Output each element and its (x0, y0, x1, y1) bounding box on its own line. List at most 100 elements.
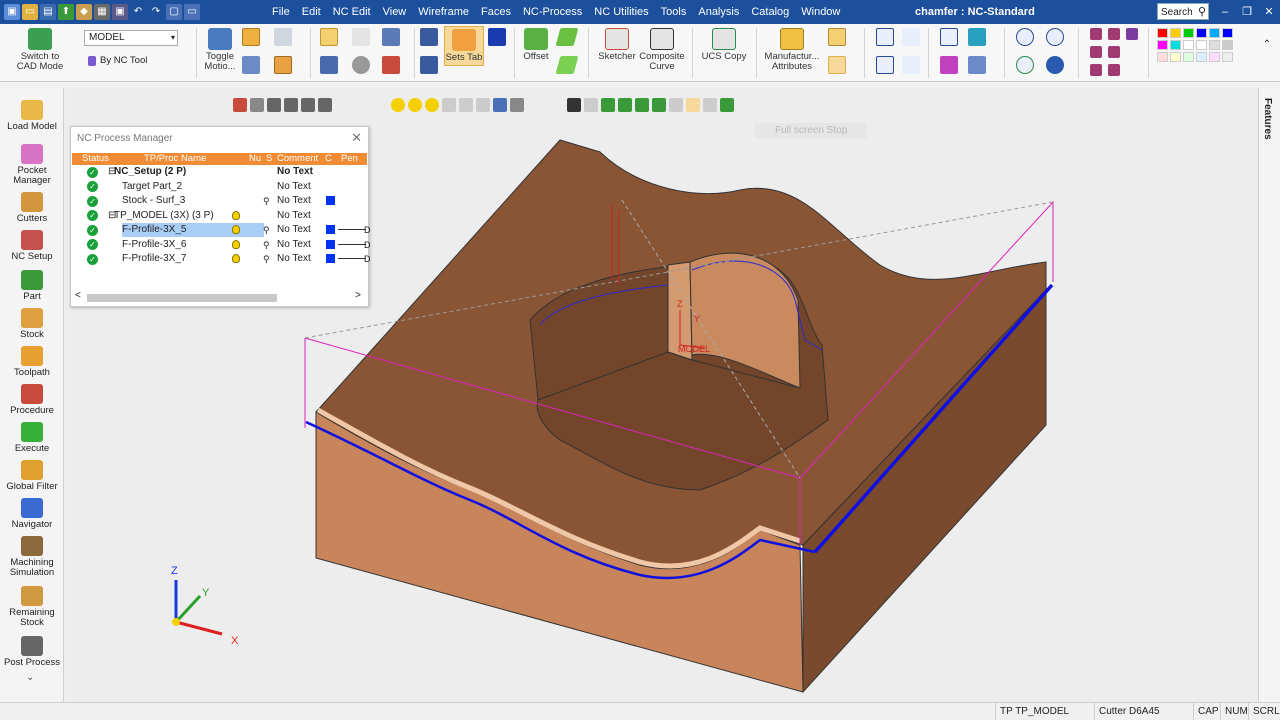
ucs-copy-button[interactable]: UCS Copy (700, 28, 748, 62)
switch-cad-mode-button[interactable]: Switch to CAD Mode (14, 28, 66, 72)
table-icon[interactable] (320, 28, 338, 46)
palette-swatch[interactable] (1183, 52, 1194, 62)
palette-swatch[interactable] (1183, 28, 1194, 38)
open-folder-icon[interactable]: ▭ (22, 4, 38, 20)
dimension-icon[interactable] (876, 28, 894, 46)
cut-view-icon[interactable] (968, 28, 986, 46)
list-icon[interactable] (320, 56, 338, 74)
palette-swatch[interactable] (1170, 52, 1181, 62)
screen-layout-icon[interactable] (382, 28, 400, 46)
palette-swatch[interactable] (1170, 28, 1181, 38)
toggle-motion-button[interactable]: Toggle Motio... (200, 28, 240, 72)
sketcher-button[interactable]: Sketcher (596, 28, 638, 62)
menu-analysis[interactable]: Analysis (692, 0, 745, 24)
palette-swatch[interactable] (1157, 40, 1168, 50)
sort-icon[interactable] (420, 56, 438, 74)
window-icon[interactable]: ▭ (184, 4, 200, 20)
palette-swatch[interactable] (1196, 40, 1207, 50)
palette-icon[interactable]: ◆ (76, 4, 92, 20)
table-row[interactable]: ✓ F-Profile-3X_5 ⚲ No Text D (72, 223, 371, 237)
menu-view[interactable]: View (377, 0, 413, 24)
view-side-icon[interactable] (1108, 46, 1120, 58)
table-row[interactable]: ✓ F-Profile-3X_7 ⚲ No Text D (72, 252, 371, 266)
light-bulb-icon[interactable] (232, 225, 240, 234)
process-name[interactable]: Stock - Surf_3 (122, 194, 185, 208)
more-chevron-icon[interactable]: ⌄ (26, 672, 34, 683)
nav-global-filter[interactable]: Global Filter (0, 460, 64, 492)
nav-stock[interactable]: Stock (0, 308, 64, 340)
menu-nc-process[interactable]: NC-Process (517, 0, 588, 24)
nav-machining-simulation[interactable]: Machining Simulation (0, 536, 64, 578)
offset-button[interactable]: Offset (518, 28, 554, 62)
features-tab[interactable]: Features (1262, 98, 1273, 140)
nav-execute[interactable]: Execute (0, 422, 64, 454)
view-cube-icon[interactable] (1126, 28, 1138, 40)
nav-load-model[interactable]: Load Model (0, 100, 64, 132)
table-row[interactable]: ✓ ⊟ TP_MODEL (3X) (3 P) No Text (72, 209, 367, 223)
by-nc-tool-button[interactable]: By NC Tool (88, 55, 147, 66)
table-row[interactable]: ✓ F-Profile-3X_6 ⚲ No Text D (72, 238, 371, 252)
light-bulb-icon[interactable] (232, 239, 240, 249)
save-icon[interactable]: ▤ (40, 4, 56, 20)
attribute-filter-icon[interactable] (828, 56, 846, 74)
view-iso-icon[interactable] (1090, 28, 1102, 40)
palette-swatch[interactable] (1222, 40, 1233, 50)
palette-swatch[interactable] (1196, 52, 1207, 62)
palette-swatch[interactable] (1157, 52, 1168, 62)
dimension-small-icon[interactable] (902, 28, 920, 46)
color-swatch[interactable] (326, 254, 335, 263)
palette-swatch[interactable] (1183, 40, 1194, 50)
light-bulb-icon[interactable] (232, 254, 240, 263)
menu-nc-utilities[interactable]: NC Utilities (588, 0, 654, 24)
attribute-icon[interactable] (828, 28, 846, 46)
search-icon[interactable]: ⚲ (1198, 4, 1206, 21)
palette-swatch[interactable] (1222, 52, 1233, 62)
process-name[interactable]: F-Profile-3X_5 (122, 223, 264, 237)
table-row[interactable]: ✓ ⊟ NC_Setup (2 P) No Text (72, 165, 367, 179)
process-icon[interactable] (382, 56, 400, 74)
menu-tools[interactable]: Tools (655, 0, 693, 24)
ribbon-scroll-up-icon[interactable]: ⌃ (1260, 38, 1274, 52)
view-back-icon[interactable] (1108, 64, 1120, 76)
col-name[interactable]: TP/Proc Name (144, 153, 206, 165)
manufacturing-attributes-button[interactable]: Manufactur... Attributes (762, 28, 822, 72)
nav-navigator[interactable]: Navigator (0, 498, 64, 530)
scrollbar-thumb[interactable] (87, 294, 277, 302)
close-icon[interactable]: ✕ (351, 130, 362, 146)
menu-catalog[interactable]: Catalog (745, 0, 795, 24)
nav-procedure[interactable]: Procedure (0, 384, 64, 416)
stock-box-icon[interactable] (274, 56, 292, 74)
model-select[interactable]: MODEL ▾ (84, 30, 178, 46)
zoom-icon[interactable] (1046, 28, 1064, 46)
col-c[interactable]: C (325, 153, 332, 165)
copy-icon[interactable] (274, 28, 292, 46)
palette-swatch[interactable] (1222, 28, 1233, 38)
menu-window[interactable]: Window (795, 0, 846, 24)
display-icon[interactable]: ▣ (112, 4, 128, 20)
table-row[interactable]: ✓ Stock - Surf_3 ⚲ No Text (72, 194, 367, 208)
process-name[interactable]: F-Profile-3X_6 (122, 238, 186, 252)
process-name[interactable]: TP_MODEL (3X) (3 P) (114, 209, 214, 223)
menu-edit[interactable]: Edit (296, 0, 327, 24)
palette-swatch[interactable] (1157, 28, 1168, 38)
tool-holder-icon[interactable] (242, 28, 260, 46)
search-input[interactable]: Search ⚲ (1157, 3, 1209, 20)
link-icon[interactable]: ⚲ (263, 252, 270, 266)
nav-remaining-stock[interactable]: Remaining Stock (0, 586, 64, 628)
color-swatch[interactable] (326, 225, 335, 234)
scroll-left-icon[interactable]: < (75, 290, 81, 301)
view-bottom-icon[interactable] (1090, 64, 1102, 76)
align-icon[interactable] (420, 28, 438, 46)
surface-offset-icon[interactable] (555, 56, 579, 74)
palette-swatch[interactable] (1209, 28, 1220, 38)
nav-cutters[interactable]: Cutters (0, 192, 64, 224)
composite-curve-button[interactable]: Composite Curve (638, 28, 686, 72)
col-s[interactable]: S (266, 153, 272, 165)
undo-icon[interactable]: ↶ (130, 4, 146, 20)
col-pen[interactable]: Pen (341, 153, 358, 165)
link-icon[interactable]: ⚲ (263, 238, 270, 252)
material-icon[interactable] (940, 56, 958, 74)
process-name[interactable]: NC_Setup (2 P) (114, 165, 186, 179)
table-row[interactable]: ✓ Target Part_2 No Text (72, 180, 367, 194)
minimize-button[interactable]: – (1214, 0, 1236, 24)
